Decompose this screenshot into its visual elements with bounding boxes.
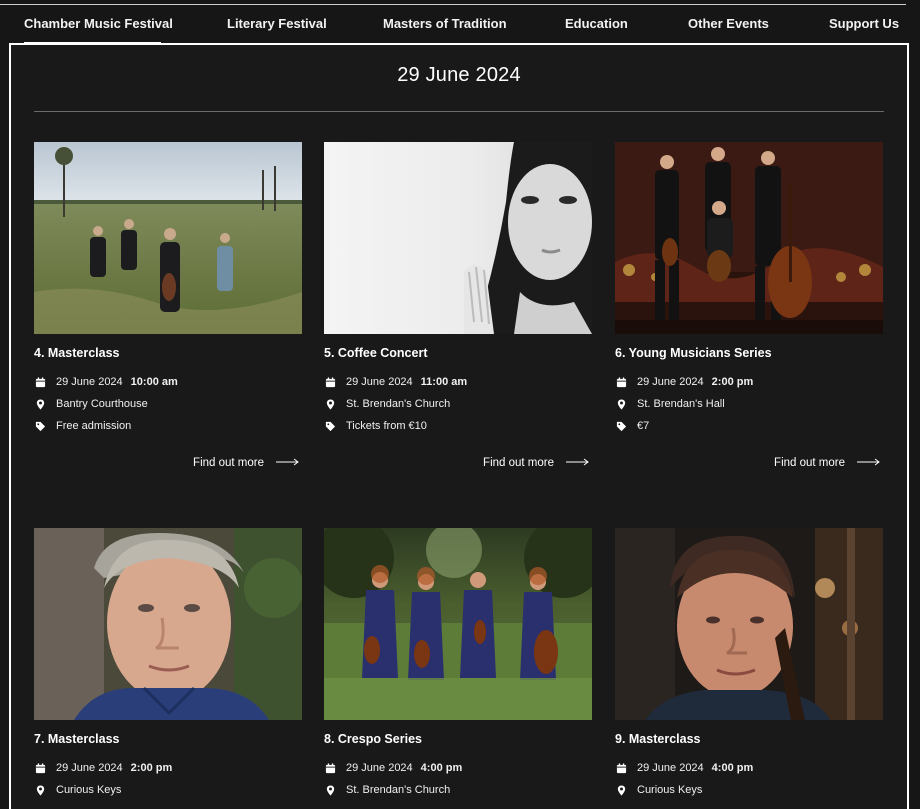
event-title[interactable]: 4. Masterclass (34, 346, 302, 360)
event-price-row: Tickets from €10 (324, 419, 592, 433)
event-date: 29 June 2024 (56, 376, 123, 388)
main-nav: Chamber Music Festival Literary Festival… (0, 5, 920, 44)
arrow-right-icon (276, 457, 300, 469)
nav-support-us[interactable]: Support Us (829, 16, 899, 31)
location-pin-icon (34, 784, 46, 796)
heading-divider (34, 111, 884, 112)
location-pin-icon (324, 398, 336, 410)
event-price: Free admission (56, 420, 132, 432)
location-pin-icon (615, 398, 627, 410)
event-time: 4:00 pm (711, 762, 754, 774)
event-venue: St. Brendan's Church (346, 398, 451, 410)
event-time: 2:00 pm (130, 762, 173, 774)
event-price-row: Free admission (34, 419, 302, 433)
find-out-more-link[interactable]: Find out more (193, 457, 300, 469)
event-card: 9. Masterclass 29 June 2024 4:00 pm Curi… (615, 528, 883, 797)
event-date-row: 29 June 2024 11:00 am (324, 375, 592, 389)
calendar-icon (324, 376, 336, 388)
event-photo-image (615, 142, 883, 334)
date-heading: 29 June 2024 (397, 64, 521, 86)
event-photo-image (34, 528, 302, 720)
arrow-right-icon (566, 457, 590, 469)
calendar-icon (615, 376, 627, 388)
find-out-more-label: Find out more (193, 457, 264, 469)
nav-masters-of-tradition[interactable]: Masters of Tradition (383, 16, 507, 31)
event-date: 29 June 2024 (346, 376, 413, 388)
event-card: 7. Masterclass 29 June 2024 2:00 pm Curi… (34, 528, 302, 797)
event-photo[interactable] (324, 528, 592, 720)
event-venue-row: Bantry Courthouse (34, 397, 302, 411)
event-photo-image (34, 142, 302, 334)
event-date-row: 29 June 2024 2:00 pm (615, 375, 883, 389)
event-photo-image (615, 528, 883, 720)
event-date: 29 June 2024 (346, 762, 413, 774)
event-photo-image (324, 142, 592, 334)
event-date-row: 29 June 2024 4:00 pm (324, 761, 592, 775)
event-venue-row: Curious Keys (615, 783, 883, 797)
find-out-more-link[interactable]: Find out more (483, 457, 590, 469)
find-out-more-link[interactable]: Find out more (774, 457, 881, 469)
nav-other-events[interactable]: Other Events (688, 16, 769, 31)
event-price: €7 (637, 420, 650, 432)
event-date-row: 29 June 2024 4:00 pm (615, 761, 883, 775)
calendar-icon (34, 376, 46, 388)
location-pin-icon (615, 784, 627, 796)
event-venue: St. Brendan's Church (346, 784, 451, 796)
event-card: 8. Crespo Series 29 June 2024 4:00 pm St… (324, 528, 592, 797)
event-venue: Curious Keys (637, 784, 703, 796)
event-date-row: 29 June 2024 10:00 am (34, 375, 302, 389)
event-venue: St. Brendan's Hall (637, 398, 725, 410)
event-time: 2:00 pm (711, 376, 754, 388)
event-title[interactable]: 5. Coffee Concert (324, 346, 592, 360)
calendar-icon (324, 762, 336, 774)
event-price-row: €7 (615, 419, 883, 433)
event-title[interactable]: 8. Crespo Series (324, 732, 592, 746)
price-tag-icon (324, 420, 336, 432)
event-card: 5. Coffee Concert 29 June 2024 11:00 am … (324, 142, 592, 469)
event-time: 4:00 pm (420, 762, 463, 774)
nav-education[interactable]: Education (565, 16, 628, 31)
event-title[interactable]: 6. Young Musicians Series (615, 346, 883, 360)
event-title[interactable]: 7. Masterclass (34, 732, 302, 746)
event-date: 29 June 2024 (56, 762, 123, 774)
event-price: Tickets from €10 (346, 420, 427, 432)
event-date: 29 June 2024 (637, 762, 704, 774)
events-panel: 29 June 2024 4. Masterclass 29 June 2024… (9, 43, 909, 809)
event-title[interactable]: 9. Masterclass (615, 732, 883, 746)
event-card: 6. Young Musicians Series 29 June 2024 2… (615, 142, 883, 469)
location-pin-icon (324, 784, 336, 796)
calendar-icon (615, 762, 627, 774)
event-venue-row: St. Brendan's Church (324, 783, 592, 797)
arrow-right-icon (857, 457, 881, 469)
event-photo[interactable] (34, 142, 302, 334)
price-tag-icon (34, 420, 46, 432)
event-time: 10:00 am (130, 376, 178, 388)
nav-literary-festival[interactable]: Literary Festival (227, 16, 327, 31)
calendar-icon (34, 762, 46, 774)
event-time: 11:00 am (420, 376, 468, 388)
event-venue-row: St. Brendan's Hall (615, 397, 883, 411)
event-venue-row: St. Brendan's Church (324, 397, 592, 411)
event-venue-row: Curious Keys (34, 783, 302, 797)
price-tag-icon (615, 420, 627, 432)
event-photo-image (324, 528, 592, 720)
event-photo[interactable] (34, 528, 302, 720)
find-out-more-label: Find out more (774, 457, 845, 469)
event-photo[interactable] (615, 142, 883, 334)
event-venue: Curious Keys (56, 784, 122, 796)
find-out-more-label: Find out more (483, 457, 554, 469)
event-photo[interactable] (324, 142, 592, 334)
nav-chamber-music-festival[interactable]: Chamber Music Festival (24, 16, 173, 31)
location-pin-icon (34, 398, 46, 410)
event-date-row: 29 June 2024 2:00 pm (34, 761, 302, 775)
event-venue: Bantry Courthouse (56, 398, 148, 410)
event-card: 4. Masterclass 29 June 2024 10:00 am Ban… (34, 142, 302, 469)
event-date: 29 June 2024 (637, 376, 704, 388)
event-photo[interactable] (615, 528, 883, 720)
